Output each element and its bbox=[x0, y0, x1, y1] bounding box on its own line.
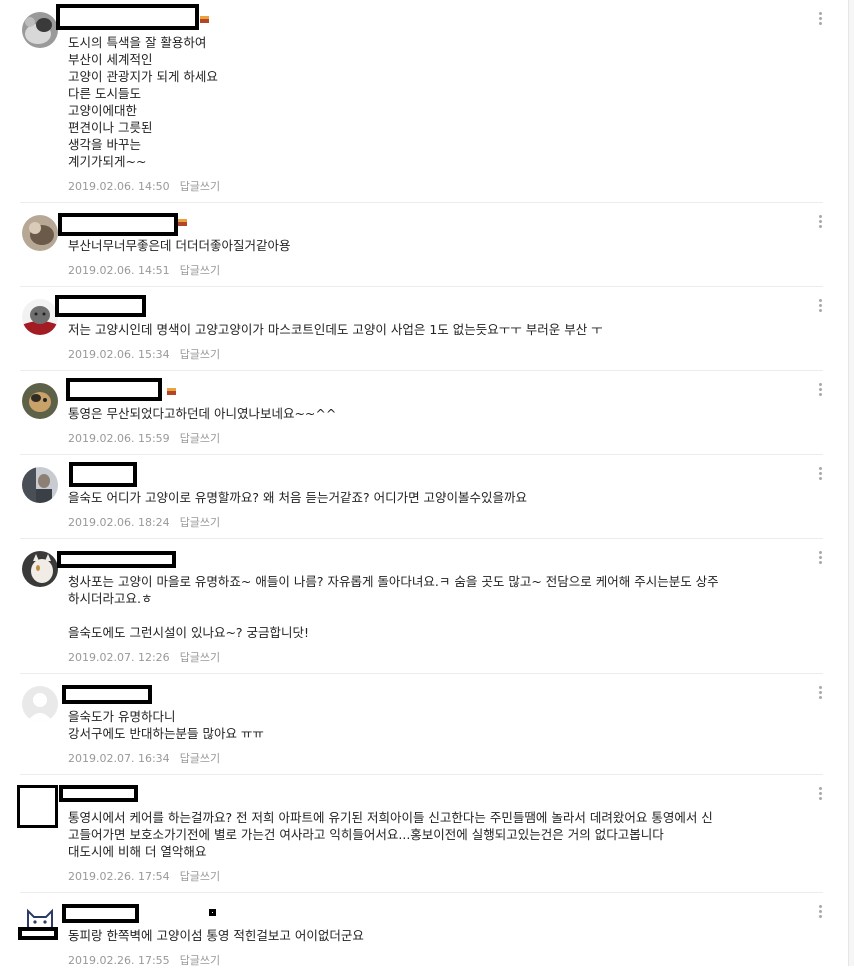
comment-meta: 2019.02.07. 12:26 답글쓰기 bbox=[68, 649, 220, 665]
comment-meta: 2019.02.06. 14:51 답글쓰기 bbox=[68, 262, 220, 278]
reply-button[interactable]: 답글쓰기 bbox=[180, 180, 220, 193]
comment-date: 2019.02.06. 15:34 bbox=[68, 348, 170, 361]
more-options-icon[interactable] bbox=[812, 550, 828, 566]
comment-date: 2019.02.06. 14:51 bbox=[68, 264, 170, 277]
reply-button[interactable]: 답글쓰기 bbox=[180, 870, 220, 883]
grade-badge-icon bbox=[178, 219, 187, 226]
reply-button[interactable]: 답글쓰기 bbox=[180, 264, 220, 277]
reply-button[interactable]: 답글쓰기 bbox=[180, 954, 220, 967]
comment-item: 저는 고양시인데 명색이 고양고양이가 마스코트인데도 고양이 사업은 1도 없… bbox=[0, 287, 854, 370]
grade-badge-icon bbox=[200, 16, 209, 23]
more-options-icon[interactable] bbox=[812, 382, 828, 398]
more-options-icon[interactable] bbox=[812, 11, 828, 27]
grade-badge-icon bbox=[167, 388, 176, 395]
redacted-username bbox=[56, 4, 199, 30]
more-options-icon[interactable] bbox=[812, 214, 828, 230]
reply-button[interactable]: 답글쓰기 bbox=[180, 752, 220, 765]
comment-item: 을숙도가 유명하다니 강서구에도 반대하는분들 많아요 ㅠㅠ 2019.02.0… bbox=[0, 674, 854, 774]
comment-item: 을숙도 어디가 고양이로 유명할까요? 왜 처음 듣는거같죠? 어디가면 고양이… bbox=[0, 455, 854, 538]
redacted-username bbox=[59, 785, 138, 802]
comment-item: 통영은 무산되었다고하던데 아니였나보네요~~^^ 2019.02.06. 15… bbox=[0, 371, 854, 454]
person-photo-avatar[interactable] bbox=[22, 467, 58, 503]
comment-text: 청사포는 고양이 마을로 유명하죠~ 애들이 나름? 자유롭게 돌아다녀요.ㅋ … bbox=[68, 574, 719, 640]
redacted-label bbox=[18, 927, 58, 940]
comment-text: 도시의 특색을 잘 활용하여 부산이 세계적인 고양이 관광지가 되게 하세요 … bbox=[68, 35, 218, 169]
comment-text: 을숙도 어디가 고양이로 유명할까요? 왜 처음 듣는거같죠? 어디가면 고양이… bbox=[68, 490, 528, 505]
comment-date: 2019.02.06. 14:50 bbox=[68, 180, 170, 193]
comment-date: 2019.02.06. 15:59 bbox=[68, 432, 170, 445]
cat-photo-avatar[interactable] bbox=[22, 215, 58, 251]
comment-meta: 2019.02.06. 14:50 답글쓰기 bbox=[68, 178, 220, 194]
comment-date: 2019.02.26. 17:54 bbox=[68, 870, 170, 883]
comment-item: 청사포는 고양이 마을로 유명하죠~ 애들이 나름? 자유롭게 돌아다녀요.ㅋ … bbox=[0, 539, 854, 673]
redacted-username bbox=[62, 904, 139, 923]
more-options-icon[interactable] bbox=[812, 466, 828, 482]
more-options-icon[interactable] bbox=[812, 904, 828, 920]
comment-meta: 2019.02.06. 15:34 답글쓰기 bbox=[68, 346, 220, 362]
cat-photo-avatar[interactable] bbox=[22, 299, 58, 335]
cat-photo-avatar[interactable] bbox=[22, 551, 58, 587]
comment-list: 도시의 특색을 잘 활용하여 부산이 세계적인 고양이 관광지가 되게 하세요 … bbox=[0, 0, 854, 967]
comment-text: 동피랑 한쪽벽에 고양이섬 통영 적힌걸보고 어이없더군요 bbox=[68, 928, 364, 943]
redacted-mark bbox=[209, 909, 216, 916]
reply-button[interactable]: 답글쓰기 bbox=[180, 651, 220, 664]
redacted-username bbox=[55, 295, 146, 317]
redacted-avatar[interactable] bbox=[17, 785, 58, 828]
more-options-icon[interactable] bbox=[812, 298, 828, 314]
redacted-username bbox=[66, 378, 162, 401]
comment-meta: 2019.02.07. 16:34 답글쓰기 bbox=[68, 750, 220, 766]
redacted-username bbox=[57, 551, 176, 568]
comment-text: 통영시에서 케어를 하는걸까요? 전 저희 아파트에 유기된 저희아이들 신고한… bbox=[68, 810, 713, 859]
redacted-username bbox=[58, 213, 178, 236]
comment-text: 저는 고양시인데 명색이 고양고양이가 마스코트인데도 고양이 사업은 1도 없… bbox=[68, 322, 603, 337]
comment-date: 2019.02.07. 12:26 bbox=[68, 651, 170, 664]
reply-button[interactable]: 답글쓰기 bbox=[180, 348, 220, 361]
comment-text: 부산너무너무좋은데 더더더좋아질거같아용 bbox=[68, 238, 291, 253]
default-user-avatar[interactable] bbox=[22, 686, 58, 722]
comment-text: 통영은 무산되었다고하던데 아니였나보네요~~^^ bbox=[68, 406, 337, 421]
comment-item: 도시의 특색을 잘 활용하여 부산이 세계적인 고양이 관광지가 되게 하세요 … bbox=[0, 0, 854, 202]
more-options-icon[interactable] bbox=[812, 685, 828, 701]
cat-photo-avatar[interactable] bbox=[22, 12, 58, 48]
comment-date: 2019.02.06. 18:24 bbox=[68, 516, 170, 529]
redacted-username bbox=[62, 685, 152, 704]
comment-date: 2019.02.26. 17:55 bbox=[68, 954, 170, 967]
comment-text: 을숙도가 유명하다니 강서구에도 반대하는분들 많아요 ㅠㅠ bbox=[68, 709, 264, 741]
scrollbar[interactable] bbox=[848, 0, 854, 966]
cat-photo-avatar[interactable] bbox=[22, 383, 58, 419]
comment-date: 2019.02.07. 16:34 bbox=[68, 752, 170, 765]
redacted-username bbox=[69, 462, 137, 487]
reply-button[interactable]: 답글쓰기 bbox=[180, 516, 220, 529]
more-options-icon[interactable] bbox=[812, 786, 828, 802]
comment-item: 동피랑 한쪽벽에 고양이섬 통영 적힌걸보고 어이없더군요 2019.02.26… bbox=[0, 893, 854, 967]
reply-button[interactable]: 답글쓰기 bbox=[180, 432, 220, 445]
comment-item: 부산너무너무좋은데 더더더좋아질거같아용 2019.02.06. 14:51 답글… bbox=[0, 203, 854, 286]
comment-item: 통영시에서 케어를 하는걸까요? 전 저희 아파트에 유기된 저희아이들 신고한… bbox=[0, 775, 854, 892]
comment-meta: 2019.02.26. 17:54 답글쓰기 bbox=[68, 868, 220, 884]
comment-meta: 2019.02.06. 15:59 답글쓰기 bbox=[68, 430, 220, 446]
comment-meta: 2019.02.06. 18:24 답글쓰기 bbox=[68, 514, 220, 530]
